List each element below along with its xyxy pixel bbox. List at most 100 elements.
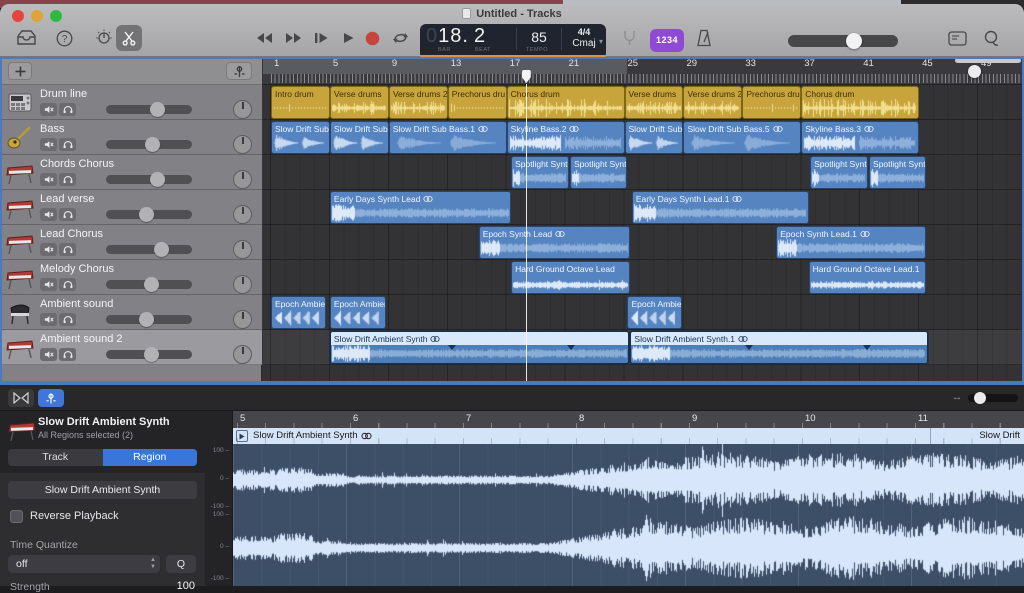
play-region-icon[interactable]: [236, 430, 248, 442]
track-volume-knob[interactable]: [144, 347, 159, 362]
time-quantize-select[interactable]: off ▲ ▼: [8, 555, 160, 573]
mute-button[interactable]: [40, 313, 57, 326]
region[interactable]: Epoch Ambien: [271, 296, 326, 329]
quantize-button[interactable]: Q: [166, 555, 196, 573]
editor-zoom-slider[interactable]: [968, 392, 1018, 404]
track-header[interactable]: Ambient sound 2: [0, 330, 262, 365]
region[interactable]: Hard Ground Octave Lead: [511, 261, 631, 294]
tab-region[interactable]: Region: [102, 449, 197, 466]
master-volume-slider[interactable]: [788, 33, 898, 49]
master-volume-knob[interactable]: [846, 33, 863, 49]
track-header-config-icon[interactable]: [226, 62, 252, 80]
loop-browser-icon[interactable]: [978, 26, 1004, 50]
lcd-display[interactable]: 018. 2 BAR BEAT 85 TEMPO 4/4 Cmaj ▾: [420, 24, 606, 59]
region[interactable]: Spotlight Synt: [511, 156, 569, 189]
editor-waveform-area[interactable]: [233, 444, 1024, 586]
display-mode-icon[interactable]: [944, 26, 970, 50]
region[interactable]: Chorus drum: [801, 86, 920, 119]
fast-forward-button[interactable]: [281, 26, 305, 50]
track-volume-knob[interactable]: [139, 312, 154, 327]
metronome-icon[interactable]: [692, 25, 716, 51]
mute-button[interactable]: [40, 103, 57, 116]
reverse-playback-checkbox[interactable]: [10, 510, 23, 523]
timeline-track-lane[interactable]: Epoch Synth Lead Epoch Synth Lead.1: [263, 225, 1024, 260]
mute-button[interactable]: [40, 348, 57, 361]
region[interactable]: Prechorus dru: [447, 86, 507, 119]
region[interactable]: Skyline Bass.3: [801, 121, 920, 154]
track-header[interactable]: Lead verse: [0, 190, 262, 225]
track-volume-slider[interactable]: [106, 277, 192, 292]
solo-button[interactable]: [59, 243, 76, 256]
pan-knob[interactable]: [233, 135, 252, 154]
play-button[interactable]: [336, 26, 360, 50]
quick-help-icon[interactable]: ?: [52, 26, 76, 50]
track-volume-knob[interactable]: [144, 277, 159, 292]
add-track-button[interactable]: [8, 62, 32, 80]
pan-knob[interactable]: [233, 100, 252, 119]
track-header[interactable]: Drum line: [0, 85, 262, 120]
editor-region-header[interactable]: Slow Drift Ambient Synth Slow Drift: [233, 428, 1024, 444]
pan-knob[interactable]: [233, 310, 252, 329]
solo-button[interactable]: [59, 173, 76, 186]
pan-knob[interactable]: [233, 170, 252, 189]
track-volume-knob[interactable]: [150, 102, 165, 117]
pan-knob[interactable]: [233, 345, 252, 364]
pan-knob[interactable]: [233, 205, 252, 224]
solo-button[interactable]: [59, 348, 76, 361]
region[interactable]: Epoch Synth Lead.1: [776, 226, 927, 259]
pan-knob[interactable]: [233, 240, 252, 259]
region[interactable]: Verse drums 2: [388, 86, 448, 119]
automation-mode-icon[interactable]: [8, 389, 34, 407]
region[interactable]: Hard Ground Octave Lead.1: [808, 261, 927, 294]
timeline-track-lane[interactable]: Slow Drift Sub Slow Drift Sub Slow Drift S…: [263, 120, 1024, 155]
count-in-button[interactable]: 1234: [650, 29, 684, 52]
editor-mode-icon[interactable]: [38, 389, 64, 407]
region[interactable]: Chorus drum: [506, 86, 625, 119]
region[interactable]: Epoch Ambien: [627, 296, 682, 329]
timeline-track-lane[interactable]: Slow Drift Ambient Synth Slow Drift Ambie…: [263, 330, 1024, 365]
region[interactable]: Epoch Synth Lead: [478, 226, 631, 259]
solo-button[interactable]: [59, 103, 76, 116]
timeline-track-lane[interactable]: Hard Ground Octave Lead Hard Ground Octav…: [263, 260, 1024, 295]
smart-controls-icon[interactable]: [92, 26, 116, 50]
track-volume-slider[interactable]: [106, 347, 192, 362]
region[interactable]: Spotlight Synt: [570, 156, 628, 189]
track-volume-knob[interactable]: [154, 242, 169, 257]
region[interactable]: Early Days Synth Lead: [329, 191, 512, 224]
region[interactable]: Slow Drift Sub: [624, 121, 684, 154]
rewind-button[interactable]: [252, 26, 276, 50]
timeline-track-lane[interactable]: Epoch Ambien Epoch Ambien Epoch Ambien: [263, 295, 1024, 330]
region[interactable]: Verse drums: [329, 86, 389, 119]
timeline-zoom-knob[interactable]: [968, 65, 981, 78]
region[interactable]: Slow Drift Ambient Synth: [329, 331, 629, 364]
track-header[interactable]: Chords Chorus: [0, 155, 262, 190]
go-to-beginning-button[interactable]: [309, 26, 333, 50]
region-name-field[interactable]: Slow Drift Ambient Synth: [8, 481, 197, 499]
track-header[interactable]: Ambient sound: [0, 295, 262, 330]
region[interactable]: Verse drums 2: [683, 86, 743, 119]
region[interactable]: Spotlight Synt: [810, 156, 868, 189]
timeline-track-lane[interactable]: Spotlight Synt Spotlight Synt Spotlight Sy…: [263, 155, 1024, 190]
mute-button[interactable]: [40, 173, 57, 186]
timeline-ruler[interactable]: 1 5 9 13 17 21 25 29 33 37 41 45 49: [263, 57, 1024, 85]
region[interactable]: Prechorus dru: [742, 86, 802, 119]
track-volume-slider[interactable]: [106, 242, 192, 257]
solo-button[interactable]: [59, 138, 76, 151]
region[interactable]: Skyline Bass.2: [506, 121, 625, 154]
pan-knob[interactable]: [233, 275, 252, 294]
region[interactable]: Spotlight Synt: [869, 156, 927, 189]
track-header[interactable]: Melody Chorus: [0, 260, 262, 295]
region[interactable]: Slow Drift Sub: [329, 121, 389, 154]
track-volume-slider[interactable]: [106, 312, 192, 327]
track-header[interactable]: Lead Chorus: [0, 225, 262, 260]
mute-button[interactable]: [40, 278, 57, 291]
track-volume-slider[interactable]: [106, 102, 192, 117]
lcd-key-signature[interactable]: 4/4 Cmaj ▾: [562, 24, 606, 59]
region[interactable]: Slow Drift Sub: [271, 121, 330, 154]
mute-button[interactable]: [40, 243, 57, 256]
record-button[interactable]: [360, 26, 384, 50]
editors-icon[interactable]: [116, 25, 142, 51]
track-volume-knob[interactable]: [139, 207, 154, 222]
tuner-icon[interactable]: [618, 26, 640, 50]
solo-button[interactable]: [59, 313, 76, 326]
